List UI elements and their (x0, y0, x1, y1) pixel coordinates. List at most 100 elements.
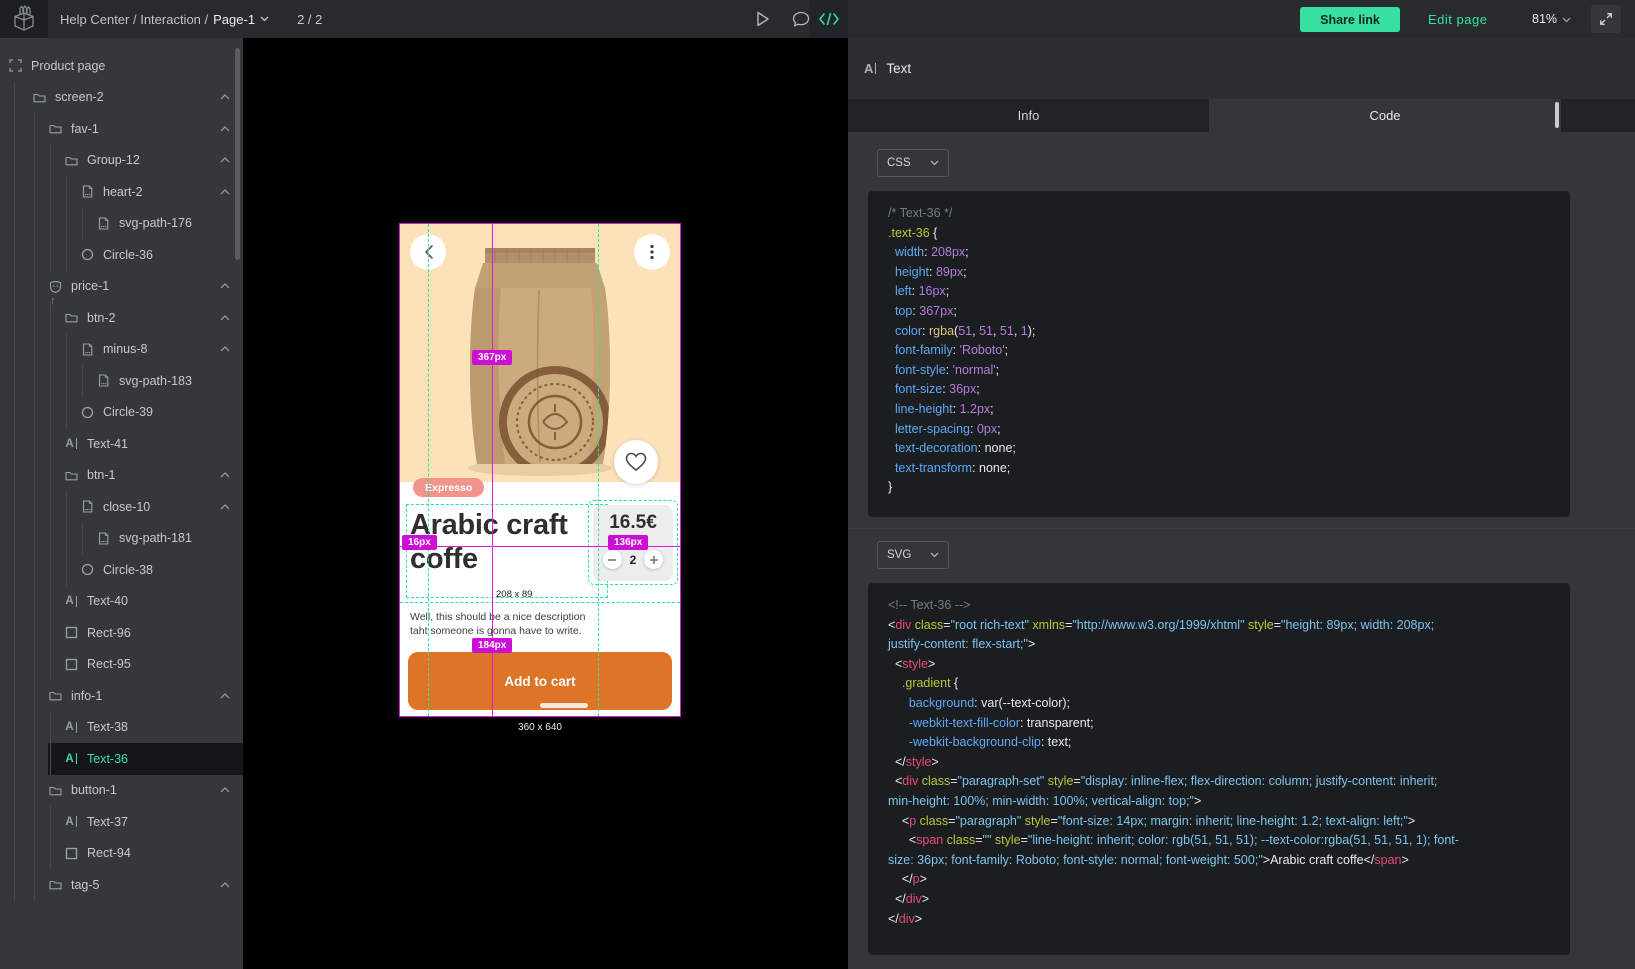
code-line: -webkit-background-clip: text; (888, 733, 1550, 753)
text-layer-icon: A (864, 61, 876, 76)
code-line: left: 16px; (888, 282, 1550, 302)
layers-sidebar: Product pagescreen-2fav-1Group-12heart-2… (0, 38, 243, 969)
code-icon (819, 13, 839, 25)
chevron-up-icon[interactable] (220, 504, 230, 510)
chevron-up-icon[interactable] (220, 315, 230, 321)
tree-item-price-1[interactable]: price-1↑ (0, 271, 243, 303)
rect-icon (64, 657, 78, 671)
panel-scrollbar[interactable] (1555, 102, 1559, 128)
tree-item-info-1[interactable]: info-1 (0, 680, 243, 712)
add-to-cart-button[interactable]: Add to cart (408, 652, 672, 710)
edit-page-link[interactable]: Edit page (1428, 0, 1487, 38)
tree-item-text-37[interactable]: AText-37 (0, 806, 243, 838)
tree-item-text-38[interactable]: AText-38 (0, 712, 243, 744)
quantity-decrease-button[interactable] (603, 550, 622, 569)
tree-item-btn-1[interactable]: btn-1 (0, 460, 243, 492)
code-line: } (888, 478, 1550, 498)
breadcrumb[interactable]: Help Center / Interaction / Page-1 (60, 12, 269, 27)
section-divider (848, 528, 1635, 529)
css-code-block[interactable]: /* Text-36 */.text-36 { width: 208px; he… (868, 191, 1570, 517)
tree-item-circle-39[interactable]: Circle-39 (0, 397, 243, 429)
chevron-up-icon[interactable] (220, 126, 230, 132)
layer-label: Rect-94 (87, 846, 131, 860)
breadcrumb-page: Page-1 (213, 12, 255, 27)
layer-label: price-1 (71, 279, 109, 293)
code-line: <style> (888, 655, 1550, 675)
zoom-level-value: 81% (1532, 12, 1557, 26)
chevron-up-icon[interactable] (220, 472, 230, 478)
tree-item-rect-94[interactable]: Rect-94 (0, 838, 243, 870)
share-link-button[interactable]: Share link (1300, 7, 1400, 32)
layer-label: btn-1 (87, 468, 116, 482)
tree-item-fav-1[interactable]: fav-1 (0, 113, 243, 145)
tree-item-tag-5[interactable]: tag-5 (0, 869, 243, 901)
tree-item-text-41[interactable]: AText-41 (0, 428, 243, 460)
chevron-up-icon[interactable] (220, 189, 230, 195)
selected-element-type: Text (886, 61, 911, 76)
favorite-button[interactable] (614, 440, 658, 484)
css-language-select[interactable]: CSS (877, 149, 949, 177)
category-tag[interactable]: Expresso (413, 478, 484, 497)
measurement-badge-bottom: 184px (472, 638, 512, 653)
layer-label: button-1 (71, 783, 117, 797)
svgfile-icon (80, 500, 94, 514)
app-logo[interactable] (0, 0, 48, 38)
product-description[interactable]: Well, this should be a nice descriptiont… (410, 610, 586, 638)
frame-dimensions-label: 360 x 640 (518, 722, 562, 733)
measurement-badge-left: 16px (402, 535, 437, 550)
tree-item-text-40[interactable]: AText-40 (0, 586, 243, 618)
chevron-up-icon[interactable] (220, 157, 230, 163)
tree-item-circle-36[interactable]: Circle-36 (0, 239, 243, 271)
tree-item-minus-8[interactable]: minus-8 (0, 334, 243, 366)
minus-icon (608, 559, 616, 561)
chevron-up-icon[interactable] (220, 882, 230, 888)
layer-label: Circle-38 (103, 563, 153, 577)
tree-item-close-10[interactable]: close-10 (0, 491, 243, 523)
tree-item-text-36[interactable]: AText-36 (0, 743, 243, 775)
svg-code-block[interactable]: <!-- Text-36 --><div class="root rich-te… (868, 583, 1570, 955)
chevron-up-icon[interactable] (220, 346, 230, 352)
inspector-tabs: Info Code (848, 99, 1635, 132)
folder-icon (64, 153, 78, 167)
product-title[interactable]: Arabic craftcoffe (410, 508, 610, 576)
fullscreen-button[interactable] (1591, 5, 1621, 33)
code-mode-button[interactable] (810, 0, 848, 38)
layer-label: close-10 (103, 500, 150, 514)
sidebar-scrollbar[interactable] (235, 48, 240, 260)
code-line: font-family: 'Roboto'; (888, 341, 1550, 361)
layer-label: Text-37 (87, 815, 128, 829)
tree-item-rect-96[interactable]: Rect-96 (0, 617, 243, 649)
tree-item-group-12[interactable]: Group-12 (0, 145, 243, 177)
code-line: text-transform: none; (888, 459, 1550, 479)
chevron-up-icon[interactable] (220, 94, 230, 100)
home-indicator (540, 703, 588, 708)
chevron-up-icon[interactable] (220, 283, 230, 289)
layer-label: svg-path-181 (119, 531, 192, 545)
chevron-up-icon[interactable] (220, 787, 230, 793)
tab-code[interactable]: Code (1209, 99, 1561, 132)
tree-item-product page[interactable]: Product page (0, 50, 243, 82)
tree-item-screen-2[interactable]: screen-2 (0, 82, 243, 114)
play-button[interactable] (744, 0, 782, 38)
zoom-level-dropdown[interactable]: 81% (1532, 0, 1571, 38)
tree-item-circle-38[interactable]: Circle-38 (0, 554, 243, 586)
more-options-button[interactable] (634, 234, 670, 270)
code-line: </p> (888, 870, 1550, 890)
tree-item-svg-path-183[interactable]: svg-path-183 (0, 365, 243, 397)
folder-icon (64, 468, 78, 482)
tree-item-btn-2[interactable]: btn-2 (0, 302, 243, 334)
tree-item-svg-path-181[interactable]: svg-path-181 (0, 523, 243, 555)
tree-item-svg-path-176[interactable]: svg-path-176 (0, 208, 243, 240)
tree-item-button-1[interactable]: button-1 (0, 775, 243, 807)
product-page-frame[interactable]: Expresso Arabic craftcoffe 208 x 89 16.5… (400, 224, 680, 716)
chevron-up-icon[interactable] (220, 693, 230, 699)
svg-language-select[interactable]: SVG (877, 541, 949, 569)
pencil-box-logo-icon (11, 5, 37, 33)
tree-item-heart-2[interactable]: heart-2 (0, 176, 243, 208)
rect-icon (64, 626, 78, 640)
quantity-increase-button[interactable] (644, 550, 663, 569)
tree-item-rect-95[interactable]: Rect-95 (0, 649, 243, 681)
layer-label: Circle-36 (103, 248, 153, 262)
circle-icon (80, 405, 94, 419)
tab-info[interactable]: Info (848, 99, 1209, 132)
